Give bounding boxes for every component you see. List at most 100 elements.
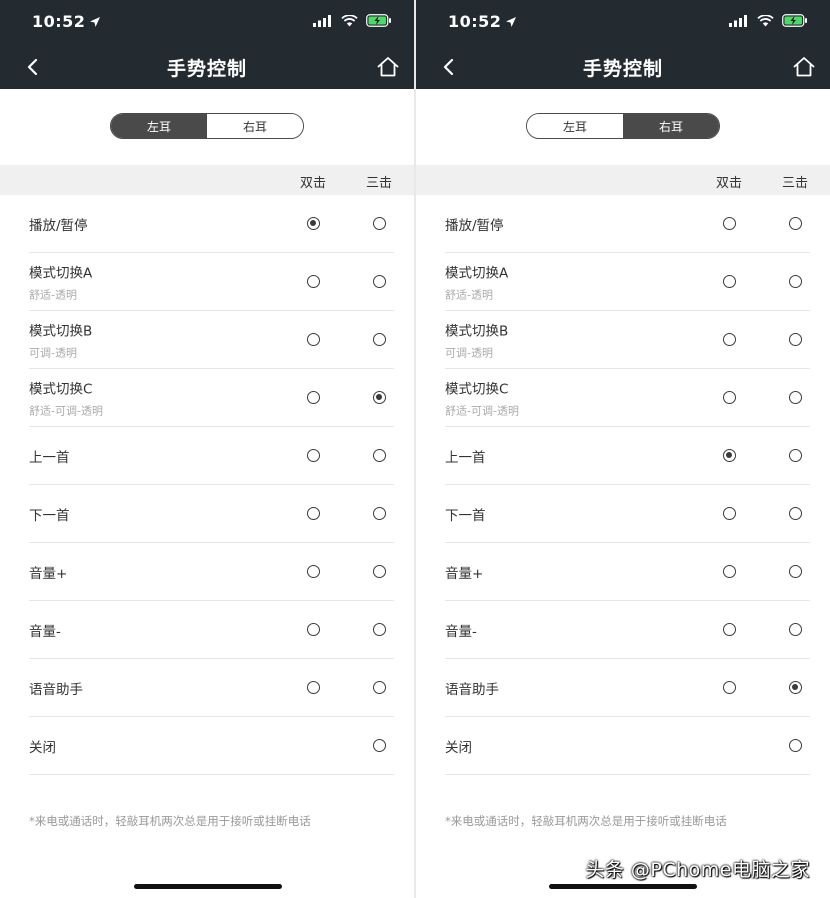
triple-tap-radio[interactable] <box>788 391 802 404</box>
triple-tap-radio[interactable] <box>372 739 386 752</box>
tab-right-ear[interactable]: 右耳 <box>207 114 303 138</box>
double-tap-radio[interactable] <box>306 391 320 404</box>
triple-tap-radio[interactable] <box>372 623 386 636</box>
double-tap-radio[interactable] <box>722 217 736 230</box>
location-arrow-icon <box>90 16 101 27</box>
triple-tap-radio[interactable] <box>788 333 802 346</box>
ear-segmented-control: 左耳 右耳 <box>110 113 304 139</box>
double-tap-radio[interactable] <box>306 623 320 636</box>
tab-left-ear[interactable]: 左耳 <box>527 114 623 138</box>
gesture-row: 音量+ <box>445 543 810 601</box>
triple-tap-radio[interactable] <box>372 333 386 346</box>
triple-tap-radio[interactable] <box>788 507 802 520</box>
battery-charging-icon <box>782 14 807 27</box>
column-triple-tap: 三击 <box>365 176 393 191</box>
gesture-list: 播放/暂停 模式切换A 舒适-透明 模式切换B 可调-透明 模式切换C 舒适-可调-透明 上一… <box>445 195 810 775</box>
double-tap-radio[interactable] <box>306 217 320 230</box>
triple-tap-radio[interactable] <box>372 275 386 288</box>
status-icons <box>729 14 808 27</box>
column-double-tap: 双击 <box>715 176 743 191</box>
triple-tap-radio[interactable] <box>372 217 386 230</box>
status-time-text: 10:52 <box>32 12 86 31</box>
gesture-row: 关闭 <box>445 717 810 775</box>
gesture-sublabel: 舒适-透明 <box>445 288 493 301</box>
double-tap-radio[interactable] <box>722 333 736 346</box>
double-tap-radio[interactable] <box>722 565 736 578</box>
gesture-label-group: 关闭 <box>445 736 472 756</box>
triple-tap-radio[interactable] <box>372 565 386 578</box>
triple-tap-radio[interactable] <box>788 739 802 752</box>
double-tap-radio[interactable] <box>722 391 736 404</box>
gesture-label: 模式切换A <box>445 265 509 281</box>
triple-tap-radio[interactable] <box>788 217 802 230</box>
status-time: 10:52 <box>32 12 101 31</box>
gesture-sublabel: 舒适-可调-透明 <box>29 404 103 417</box>
triple-tap-radio[interactable] <box>788 449 802 462</box>
gesture-label: 模式切换B <box>445 323 509 339</box>
triple-tap-radio[interactable] <box>788 623 802 636</box>
gesture-label-group: 音量- <box>29 620 61 640</box>
double-tap-radio[interactable] <box>722 623 736 636</box>
triple-tap-radio[interactable] <box>372 391 386 404</box>
home-button[interactable] <box>376 55 400 79</box>
triple-tap-radio[interactable] <box>788 565 802 578</box>
gesture-label: 语音助手 <box>29 681 83 698</box>
gesture-label: 语音助手 <box>445 681 499 698</box>
app-header: 10:52 手势控制 <box>416 0 830 89</box>
gesture-label-group: 语音助手 <box>29 678 83 698</box>
triple-tap-radio[interactable] <box>788 681 802 694</box>
gesture-label-group: 音量- <box>445 620 477 640</box>
triple-tap-radio[interactable] <box>788 275 802 288</box>
gesture-list: 播放/暂停 模式切换A 舒适-透明 模式切换B 可调-透明 模式切换C 舒适-可调-透明 上一… <box>29 195 394 775</box>
gesture-row: 模式切换B 可调-透明 <box>445 311 810 369</box>
gesture-row: 音量+ <box>29 543 394 601</box>
column-double-tap: 双击 <box>299 176 327 191</box>
double-tap-radio[interactable] <box>722 275 736 288</box>
double-tap-radio[interactable] <box>306 681 320 694</box>
home-indicator <box>134 884 282 889</box>
double-tap-radio[interactable] <box>306 333 320 346</box>
home-button[interactable] <box>792 55 816 79</box>
triple-tap-radio[interactable] <box>372 681 386 694</box>
triple-tap-radio[interactable] <box>372 449 386 462</box>
page-title: 手势控制 <box>582 58 663 80</box>
gesture-label: 模式切换C <box>29 381 93 397</box>
page-title: 手势控制 <box>166 58 247 80</box>
gesture-row: 模式切换C 舒适-可调-透明 <box>29 369 394 427</box>
double-tap-radio[interactable] <box>306 565 320 578</box>
battery-charging-icon <box>366 14 391 27</box>
gesture-row: 播放/暂停 <box>445 195 810 253</box>
home-indicator <box>549 884 697 889</box>
gesture-label: 下一首 <box>445 507 486 524</box>
wifi-icon <box>757 14 774 26</box>
double-tap-radio[interactable] <box>306 507 320 520</box>
ear-segmented-control: 左耳 右耳 <box>526 113 720 139</box>
gesture-label-group: 模式切换C 舒适-可调-透明 <box>29 377 103 418</box>
tab-right-ear[interactable]: 右耳 <box>623 114 719 138</box>
gesture-label-group: 模式切换B 可调-透明 <box>445 319 508 360</box>
gesture-label: 上一首 <box>445 449 486 466</box>
gesture-label: 下一首 <box>29 507 70 524</box>
gesture-label: 上一首 <box>29 449 70 466</box>
double-tap-radio[interactable] <box>722 681 736 694</box>
gesture-row: 语音助手 <box>445 659 810 717</box>
gesture-label: 音量- <box>29 623 61 640</box>
signal-icon <box>729 14 747 27</box>
double-tap-radio[interactable] <box>722 449 736 462</box>
double-tap-radio[interactable] <box>722 507 736 520</box>
watermark: 头条 @PChome电脑之家 <box>585 859 810 881</box>
gesture-label-group: 下一首 <box>29 504 70 524</box>
gesture-label-group: 音量+ <box>445 562 483 582</box>
status-icons <box>313 14 392 27</box>
gesture-label-group: 模式切换A 舒适-透明 <box>29 261 92 302</box>
gesture-row: 关闭 <box>29 717 394 775</box>
gesture-label: 音量- <box>445 623 477 640</box>
double-tap-radio[interactable] <box>306 449 320 462</box>
tab-left-ear[interactable]: 左耳 <box>111 114 207 138</box>
gesture-label-group: 音量+ <box>29 562 67 582</box>
double-tap-radio[interactable] <box>306 275 320 288</box>
gesture-row: 下一首 <box>445 485 810 543</box>
triple-tap-radio[interactable] <box>372 507 386 520</box>
gesture-sublabel: 可调-透明 <box>445 346 493 359</box>
gesture-label: 音量+ <box>29 565 68 582</box>
